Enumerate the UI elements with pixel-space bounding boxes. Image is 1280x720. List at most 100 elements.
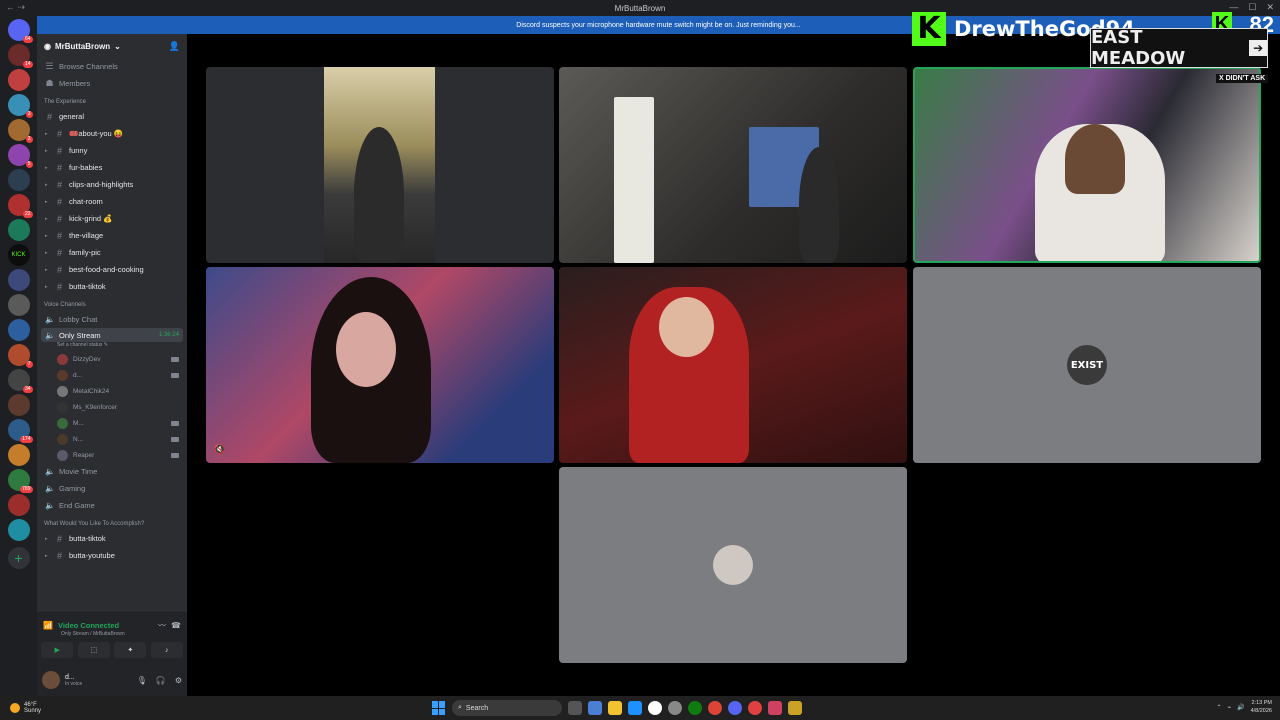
back-forward-icon[interactable]: ← ⇢: [6, 2, 25, 13]
server-icon[interactable]: [7, 494, 30, 516]
video-tile[interactable]: [206, 67, 554, 263]
mic-icon[interactable]: 🎙: [137, 676, 147, 685]
xbox-icon[interactable]: [688, 701, 702, 715]
start-icon[interactable]: [432, 701, 446, 715]
channel-funny[interactable]: ▸ # funny: [37, 142, 187, 159]
voice-channel-lobby[interactable]: 🔈 Lobby Chat: [37, 311, 187, 328]
category-header[interactable]: The Experience: [37, 92, 187, 108]
server-header[interactable]: ◉ MrButtaBrown ⌄ 👤: [37, 34, 187, 58]
app-icon[interactable]: [768, 701, 782, 715]
hash-icon: #: [56, 264, 62, 275]
server-icon[interactable]: [7, 319, 30, 341]
network-icon[interactable]: ⌁: [1227, 704, 1231, 711]
expand-icon: ▸: [45, 215, 48, 222]
add-server-icon[interactable]: +: [7, 547, 30, 569]
clock[interactable]: 2:13 PM 4/8/2026: [1251, 699, 1272, 715]
avatar[interactable]: [42, 671, 60, 689]
screen-share-button[interactable]: ⬚: [77, 642, 110, 658]
gear-icon[interactable]: ⚙: [175, 676, 182, 685]
server-icon[interactable]: 22: [7, 194, 33, 218]
server-icon[interactable]: [7, 169, 30, 191]
participant-face: [659, 297, 714, 357]
weather-widget[interactable]: 46°F Sunny: [0, 702, 41, 714]
server-icon[interactable]: 174: [7, 419, 33, 443]
video-tile-speaking[interactable]: [913, 67, 1261, 263]
voice-user[interactable]: Reaper: [37, 447, 187, 463]
server-icon[interactable]: [7, 519, 30, 541]
voice-channel-end-game[interactable]: 🔈 End Game: [37, 497, 187, 514]
add-member-icon[interactable]: 👤: [169, 41, 180, 52]
voice-user[interactable]: Ms_K9enforcer: [37, 399, 187, 415]
server-icon[interactable]: [7, 69, 30, 91]
server-icon[interactable]: 2: [7, 119, 33, 143]
volume-icon[interactable]: 🔊: [1237, 704, 1244, 711]
voice-user[interactable]: d...: [37, 367, 187, 383]
app-icon[interactable]: [788, 701, 802, 715]
video-tile[interactable]: [559, 267, 907, 463]
signal-icon[interactable]: 📶: [43, 621, 53, 630]
channel-butta-youtube[interactable]: ▸ # butta-youtube: [37, 547, 187, 564]
channel-general[interactable]: # general: [37, 108, 187, 125]
video-tile-avatar[interactable]: [559, 467, 907, 663]
chrome-icon[interactable]: [708, 701, 722, 715]
browse-channels-link[interactable]: ☰ Browse Channels: [37, 58, 187, 75]
members-link[interactable]: ☗ Members: [37, 75, 187, 92]
channel-butta-tiktok[interactable]: ▸ # butta-tiktok: [37, 278, 187, 295]
server-icon[interactable]: 5: [7, 144, 33, 168]
channel-clips[interactable]: ▸ # clips-and-highlights: [37, 176, 187, 193]
app-icon[interactable]: [668, 701, 682, 715]
disconnect-icon[interactable]: ☎: [171, 621, 181, 630]
server-icon[interactable]: [7, 294, 30, 316]
voice-user[interactable]: N...: [37, 431, 187, 447]
soundboard-button[interactable]: ♪: [150, 642, 183, 658]
video-tile-avatar[interactable]: EXIST: [913, 267, 1261, 463]
voice-user[interactable]: DizzyDev: [37, 351, 187, 367]
category-header[interactable]: Voice Channels: [37, 295, 187, 311]
channel-chat-room[interactable]: ▸ # chat-room: [37, 193, 187, 210]
category-header[interactable]: What Would You Like To Accomplish?: [37, 514, 187, 530]
channel-kick-grind[interactable]: ▸ # kick-grind 💰: [37, 210, 187, 227]
channel-best-food[interactable]: ▸ # best-food-and-cooking: [37, 261, 187, 278]
task-view-icon[interactable]: [568, 701, 582, 715]
app-icon[interactable]: [588, 701, 602, 715]
channel-family-pic[interactable]: ▸ # family-pic: [37, 244, 187, 261]
server-icon[interactable]: [7, 219, 30, 241]
server-icon[interactable]: 3: [7, 94, 33, 118]
server-icon[interactable]: [7, 394, 30, 416]
channel-status[interactable]: Set a channel status ✎: [37, 342, 187, 351]
server-icon[interactable]: 14: [7, 44, 33, 68]
headphones-icon[interactable]: 🎧: [156, 676, 166, 685]
channel-butta-tiktok-2[interactable]: ▸ # butta-tiktok: [37, 530, 187, 547]
kick-server-icon[interactable]: KICK: [7, 244, 30, 266]
server-icon[interactable]: [7, 444, 30, 466]
server-icon[interactable]: [7, 269, 30, 291]
chevron-up-icon[interactable]: ⌃: [1216, 704, 1221, 711]
home-icon[interactable]: 64: [7, 19, 33, 43]
edge-icon[interactable]: [628, 701, 642, 715]
video-tile[interactable]: [559, 67, 907, 263]
voice-channel-movie-time[interactable]: 🔈 Movie Time: [37, 463, 187, 480]
file-explorer-icon[interactable]: [608, 701, 622, 715]
camera-button[interactable]: ▶: [41, 642, 74, 658]
video-tile[interactable]: 🔇: [206, 267, 554, 463]
app-icon[interactable]: [648, 701, 662, 715]
voice-channel-gaming[interactable]: 🔈 Gaming: [37, 480, 187, 497]
expand-icon: ▸: [45, 535, 48, 542]
activities-button[interactable]: ✦: [114, 642, 147, 658]
discord-icon[interactable]: [728, 701, 742, 715]
voice-channel-only-stream[interactable]: 🔈 Only Stream 1:36:24: [41, 328, 183, 342]
search-input[interactable]: ⌕ Search: [452, 700, 562, 716]
arrow-icon: ➔: [1249, 40, 1267, 56]
server-icon[interactable]: 7: [7, 344, 33, 368]
server-icon[interactable]: 789: [7, 469, 33, 493]
taskbar: 46°F Sunny ⌕ Search ⌃ ⌁ 🔊 2:13 PM 4/8/202…: [0, 696, 1280, 720]
app-icon[interactable]: [748, 701, 762, 715]
voice-user[interactable]: MetalChik24: [37, 383, 187, 399]
server-icon[interactable]: 34: [7, 369, 33, 393]
channel-about-you[interactable]: ▸ # 🎟️about-you 😝: [37, 125, 187, 142]
voice-user[interactable]: M...: [37, 415, 187, 431]
kick-logo: K: [912, 12, 946, 46]
channel-the-village[interactable]: ▸ # the-village: [37, 227, 187, 244]
channel-fur-babies[interactable]: ▸ # fur-babies: [37, 159, 187, 176]
noise-suppression-icon[interactable]: 〰: [158, 620, 166, 631]
